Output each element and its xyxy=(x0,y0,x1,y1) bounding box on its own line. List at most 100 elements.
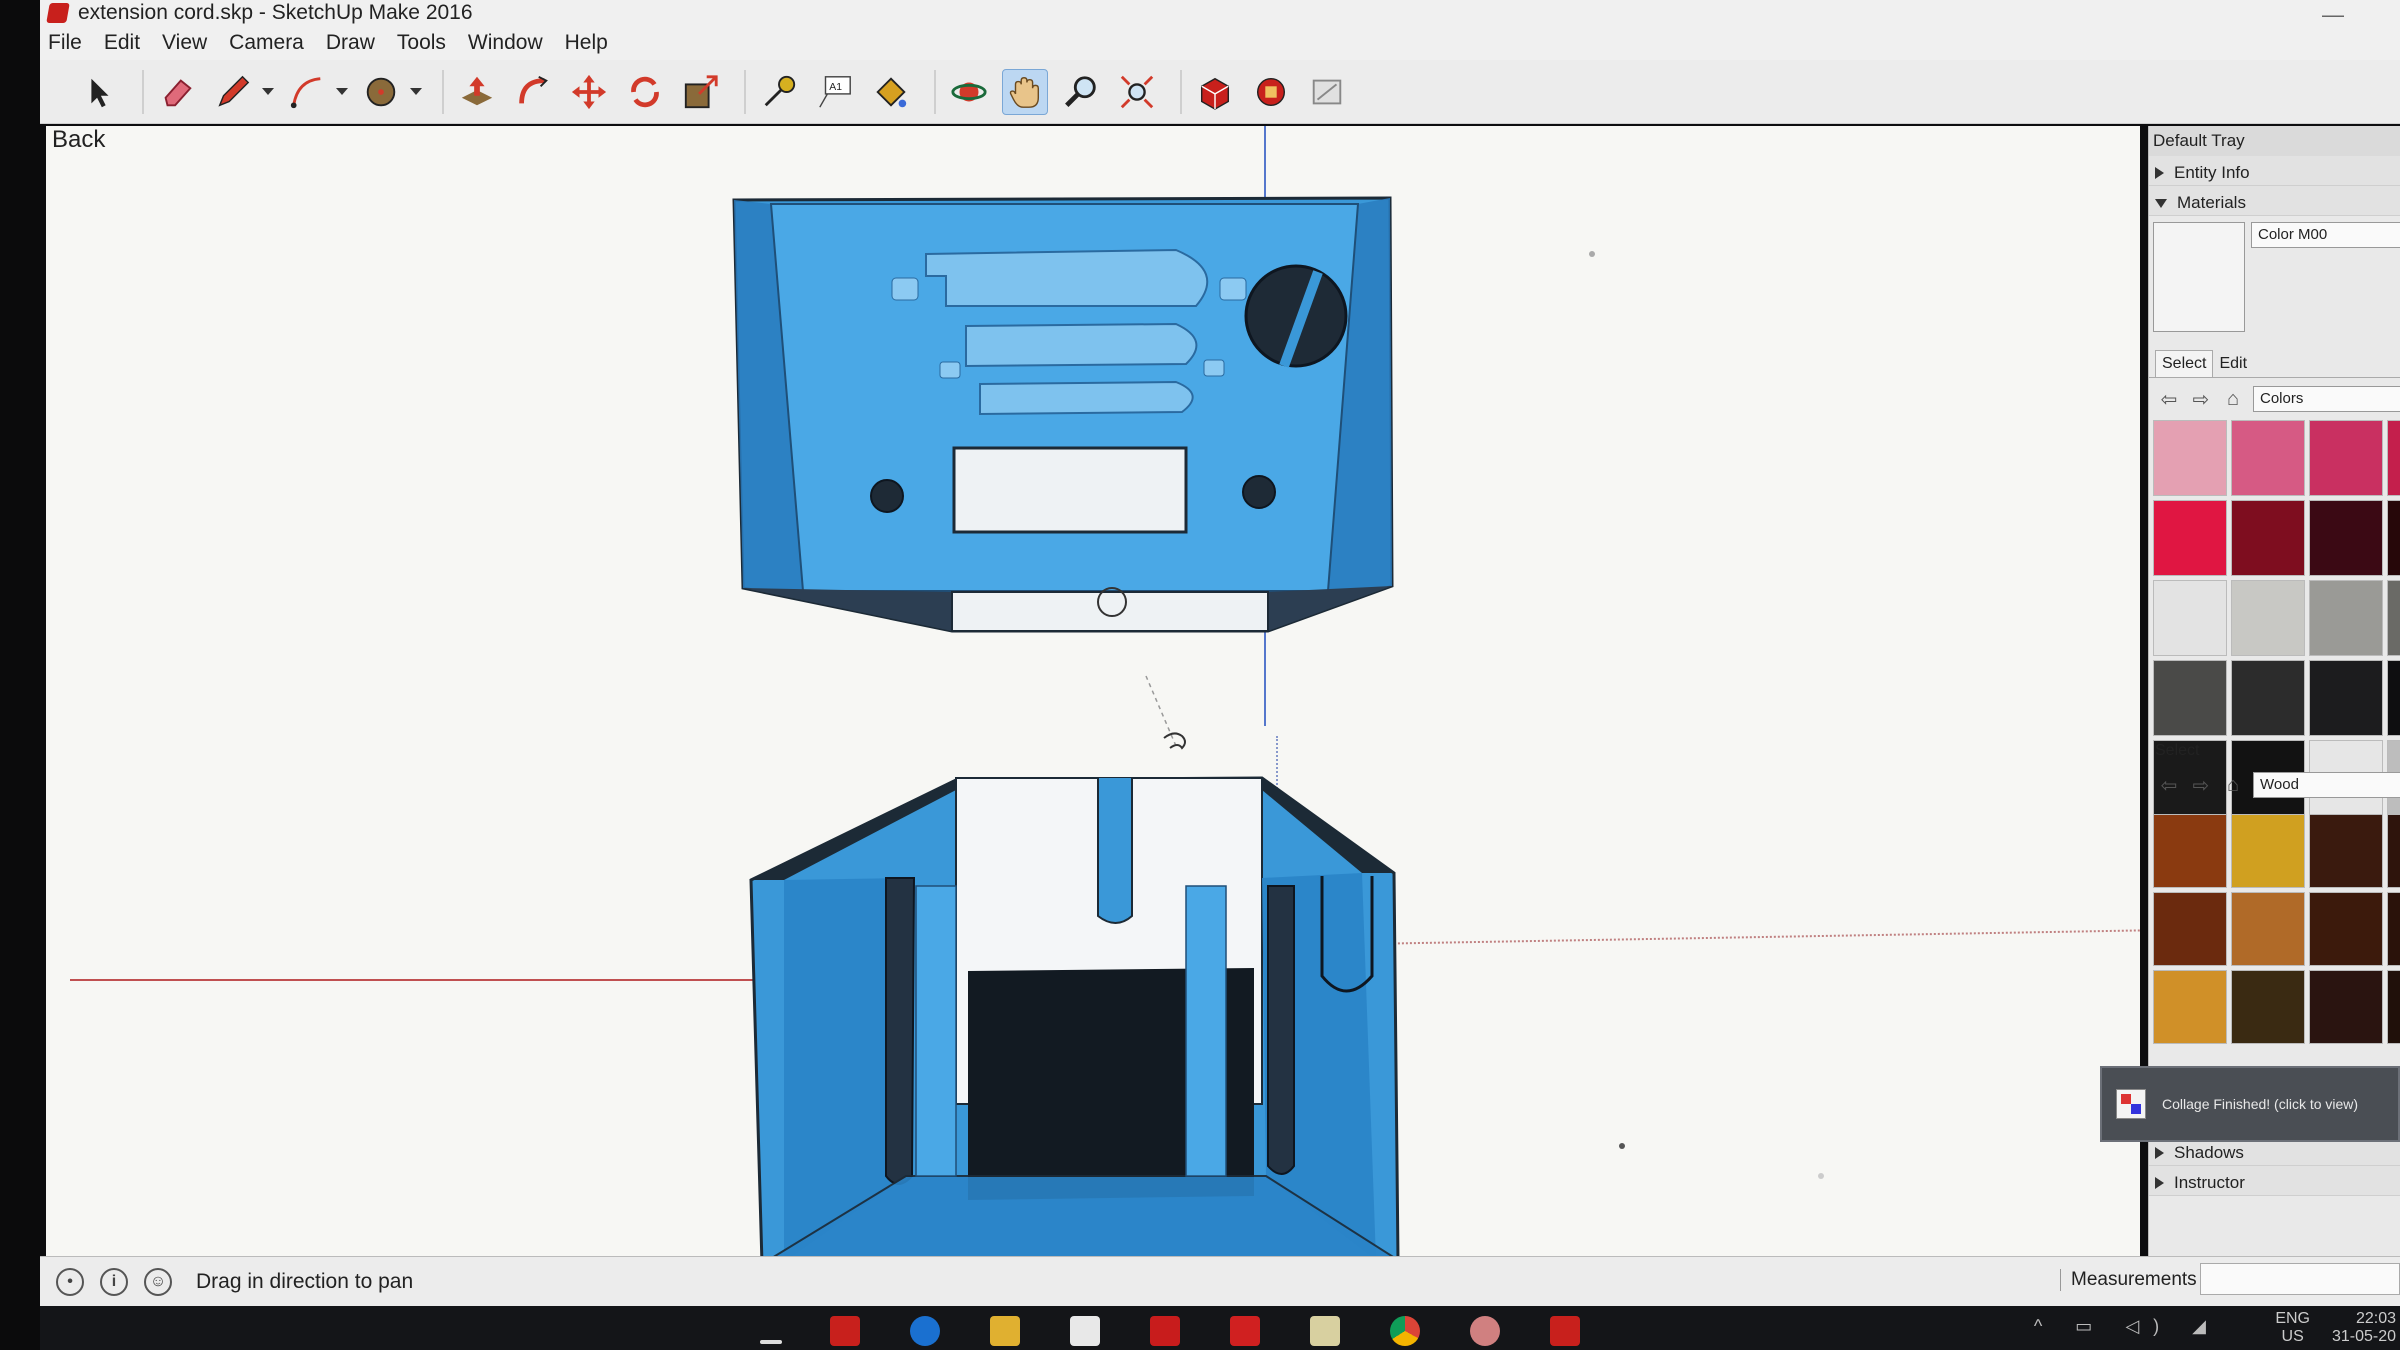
back-arrow-icon[interactable]: ⇦ xyxy=(2157,773,2181,797)
tab-edit[interactable]: Edit xyxy=(2213,351,2253,377)
follow-me-tool-button[interactable] xyxy=(510,69,556,115)
instructor-label: Instructor xyxy=(2174,1173,2245,1192)
color-swatch[interactable] xyxy=(2309,660,2383,736)
system-clock[interactable]: 22:03 31-05-20 xyxy=(2332,1310,2396,1346)
wood-swatch[interactable] xyxy=(2231,892,2305,966)
3d-warehouse-button[interactable] xyxy=(1192,69,1238,115)
home-icon[interactable]: ⌂ xyxy=(2221,387,2245,411)
wood-swatch[interactable] xyxy=(2309,814,2383,888)
menu-view[interactable]: View xyxy=(162,31,207,55)
collage-notification[interactable]: Collage Finished! (click to view) xyxy=(2100,1066,2400,1142)
color-swatch[interactable] xyxy=(2153,420,2227,496)
eraser-tool-button[interactable] xyxy=(154,69,200,115)
circle-tool-button[interactable] xyxy=(358,69,404,115)
wood-library-select[interactable]: Wood xyxy=(2253,772,2400,798)
wood-swatch[interactable] xyxy=(2309,892,2383,966)
color-swatch[interactable] xyxy=(2387,420,2400,496)
wood-swatch[interactable] xyxy=(2153,892,2227,966)
menu-camera[interactable]: Camera xyxy=(229,31,304,55)
forward-arrow-icon[interactable]: ⇨ xyxy=(2189,387,2213,411)
language-indicator[interactable]: ENG US xyxy=(2275,1310,2310,1346)
colors-library-select[interactable]: Colors xyxy=(2253,386,2400,412)
home-icon[interactable]: ⌂ xyxy=(2221,773,2245,797)
color-swatch[interactable] xyxy=(2153,660,2227,736)
user-account-icon[interactable]: ☺ xyxy=(144,1267,172,1296)
menu-window[interactable]: Window xyxy=(468,31,543,55)
extension-warehouse-button[interactable] xyxy=(1248,69,1294,115)
menu-draw[interactable]: Draw xyxy=(326,31,375,55)
menu-edit[interactable]: Edit xyxy=(104,31,140,55)
color-swatch[interactable] xyxy=(2231,420,2305,496)
wood-swatch[interactable] xyxy=(2387,892,2400,966)
pencil-tool-button[interactable] xyxy=(210,69,256,115)
color-swatch[interactable] xyxy=(2309,500,2383,576)
magnifier-icon xyxy=(1065,75,1096,107)
measurements-input[interactable] xyxy=(2200,1263,2400,1295)
zoom-tool-button[interactable] xyxy=(1058,69,1104,115)
push-pull-tool-button[interactable] xyxy=(454,69,500,115)
browser-icon[interactable] xyxy=(1470,1316,1500,1346)
wood-swatch[interactable] xyxy=(2387,814,2400,888)
model-canvas[interactable] xyxy=(46,126,2140,1256)
color-swatch[interactable] xyxy=(2387,580,2400,656)
arc-tool-button[interactable] xyxy=(284,69,330,115)
tab-select[interactable]: Select xyxy=(2155,350,2214,377)
wood-swatch[interactable] xyxy=(2231,814,2305,888)
orbit-tool-button[interactable] xyxy=(946,69,992,115)
store-icon[interactable] xyxy=(1070,1316,1100,1346)
media-app-icon[interactable] xyxy=(1150,1316,1180,1346)
tape-measure-tool-button[interactable] xyxy=(756,69,802,115)
paint-bucket-tool-button[interactable] xyxy=(868,69,914,115)
instructor-panel-header[interactable]: Instructor xyxy=(2149,1166,2400,1196)
color-swatch[interactable] xyxy=(2309,580,2383,656)
pdf-app-icon[interactable] xyxy=(830,1316,860,1346)
credits-info-icon[interactable]: i xyxy=(100,1267,128,1296)
color-swatch[interactable] xyxy=(2153,580,2227,656)
select-tool-button[interactable] xyxy=(76,69,122,115)
wood-swatch[interactable] xyxy=(2309,970,2383,1044)
pan-tool-button[interactable] xyxy=(1002,68,1048,115)
forward-arrow-icon[interactable]: ⇨ xyxy=(2189,773,2213,797)
edge-browser-icon[interactable] xyxy=(910,1316,940,1346)
circle-dropdown-arrow[interactable] xyxy=(410,88,422,95)
rotate-tool-button[interactable] xyxy=(622,69,668,115)
color-swatch[interactable] xyxy=(2153,500,2227,576)
menu-tools[interactable]: Tools xyxy=(397,31,446,55)
menu-help[interactable]: Help xyxy=(565,31,608,55)
task-view-icon[interactable] xyxy=(760,1340,782,1344)
wood-swatch[interactable] xyxy=(2153,970,2227,1044)
color-swatch[interactable] xyxy=(2231,500,2305,576)
color-swatch[interactable] xyxy=(2309,420,2383,496)
send-to-layout-button[interactable] xyxy=(1304,69,1350,115)
collapsed-triangle-icon xyxy=(2155,1147,2164,1159)
scale-tool-button[interactable] xyxy=(678,69,724,115)
wood-swatch[interactable] xyxy=(2387,970,2400,1044)
modeling-viewport[interactable]: Back xyxy=(46,126,2140,1256)
minimize-button[interactable]: — xyxy=(2322,2,2344,28)
material-name-field[interactable]: Color M00 xyxy=(2251,222,2400,248)
wood-swatch[interactable] xyxy=(2231,970,2305,1044)
office-app-icon[interactable] xyxy=(1230,1316,1260,1346)
color-swatch[interactable] xyxy=(2387,500,2400,576)
move-tool-button[interactable] xyxy=(566,69,612,115)
system-tray-icons[interactable]: ^ ▭ ◁) ◢ xyxy=(2034,1316,2220,1337)
color-swatch[interactable] xyxy=(2387,660,2400,736)
back-arrow-icon[interactable]: ⇦ xyxy=(2157,387,2181,411)
file-explorer-icon[interactable] xyxy=(990,1316,1020,1346)
wood-swatch[interactable] xyxy=(2153,814,2227,888)
pencil-dropdown-arrow[interactable] xyxy=(262,88,274,95)
materials-panel-header[interactable]: Materials xyxy=(2149,186,2400,216)
chrome-browser-icon[interactable] xyxy=(1390,1316,1420,1346)
collapsed-triangle-icon xyxy=(2155,1177,2164,1189)
notes-app-icon[interactable] xyxy=(1310,1316,1340,1346)
geo-location-icon[interactable]: • xyxy=(56,1267,84,1296)
sketchup-taskbar-icon[interactable] xyxy=(1550,1316,1580,1346)
color-swatch[interactable] xyxy=(2231,580,2305,656)
zoom-extents-tool-button[interactable] xyxy=(1114,69,1160,115)
menu-file[interactable]: File xyxy=(48,31,82,55)
entity-info-panel-header[interactable]: Entity Info xyxy=(2149,156,2400,186)
text-tool-button[interactable]: A1 xyxy=(812,69,858,115)
colors-library-nav: ⇦ ⇨ ⌂ Colors xyxy=(2149,382,2400,416)
arc-dropdown-arrow[interactable] xyxy=(336,88,348,95)
color-swatch[interactable] xyxy=(2231,660,2305,736)
